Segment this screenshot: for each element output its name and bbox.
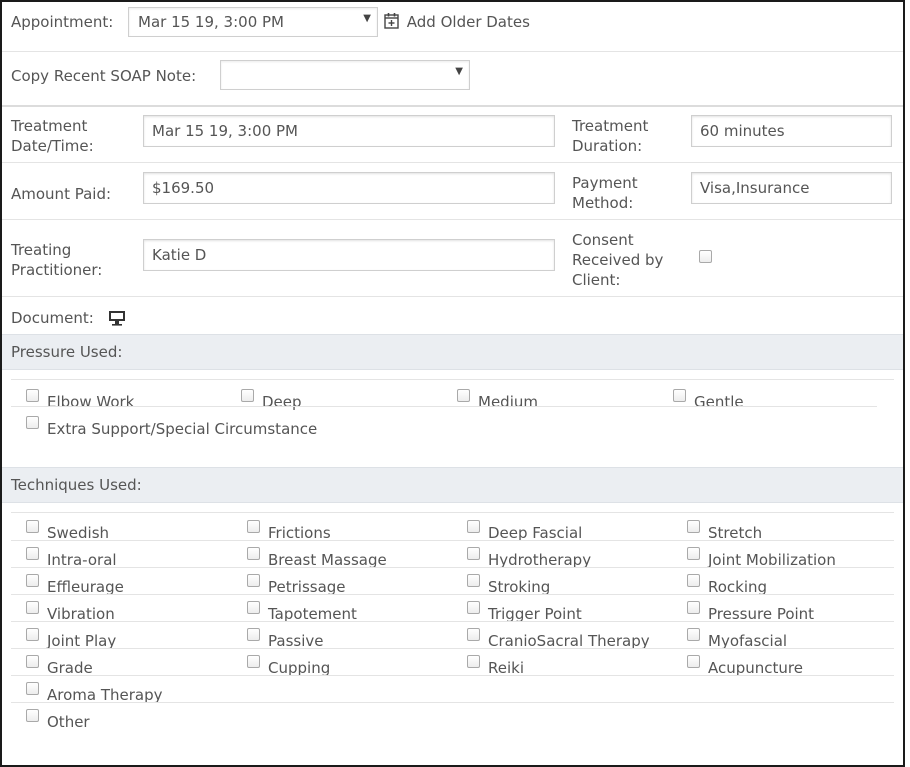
soap-note-form: Appointment: Mar 15 19, 3:00 PM ▼ Add Ol…: [0, 0, 905, 767]
row-divider: [11, 621, 894, 622]
techniques-checkbox-pressure-point[interactable]: [687, 601, 700, 614]
techniques-checkbox-tapotement[interactable]: [247, 601, 260, 614]
divider: [2, 162, 903, 163]
divider: [2, 51, 903, 52]
divider: [2, 219, 903, 220]
treatment-datetime-label: Treatment Date/Time:: [11, 117, 94, 155]
pressure-option-label[interactable]: Elbow Work: [47, 393, 134, 411]
techniques-checkbox-hydrotherapy[interactable]: [467, 547, 480, 560]
divider: [2, 105, 903, 107]
row-divider: [11, 702, 894, 703]
techniques-checkbox-reiki[interactable]: [467, 655, 480, 668]
techniques-checkbox-vibration[interactable]: [26, 601, 39, 614]
pressure-option-label[interactable]: Medium: [478, 393, 538, 411]
row-divider: [11, 379, 894, 380]
pressure-checkbox-extra-support-special-circumstance[interactable]: [26, 416, 39, 429]
chevron-down-icon: ▼: [455, 66, 463, 77]
techniques-option-label[interactable]: Other: [47, 713, 90, 731]
appointment-label: Appointment:: [11, 13, 114, 31]
treatment-duration-input[interactable]: 60 minutes: [691, 115, 892, 147]
amount-paid-input[interactable]: $169.50: [143, 172, 555, 204]
techniques-checkbox-effleurage[interactable]: [26, 574, 39, 587]
techniques-checkbox-stroking[interactable]: [467, 574, 480, 587]
pressure-checkbox-elbow-work[interactable]: [26, 389, 39, 402]
treatment-datetime-input[interactable]: Mar 15 19, 3:00 PM: [143, 115, 555, 147]
techniques-checkbox-craniosacral-therapy[interactable]: [467, 628, 480, 641]
pressure-checkbox-gentle[interactable]: [673, 389, 686, 402]
payment-method-input[interactable]: Visa,Insurance: [691, 172, 892, 204]
techniques-checkbox-other[interactable]: [26, 709, 39, 722]
consent-label: Consent Received by Client:: [572, 231, 664, 289]
techniques-checkbox-petrissage[interactable]: [247, 574, 260, 587]
techniques-title: Techniques Used:: [11, 476, 142, 494]
row-divider: [11, 512, 894, 513]
techniques-checkbox-aroma-therapy[interactable]: [26, 682, 39, 695]
appointment-selected-value: Mar 15 19, 3:00 PM: [138, 13, 284, 31]
practitioner-input[interactable]: Katie D: [143, 239, 555, 271]
practitioner-label: Treating Practitioner:: [11, 241, 103, 279]
techniques-checkbox-breast-massage[interactable]: [247, 547, 260, 560]
row-divider: [11, 648, 894, 649]
calendar-add-icon: [384, 13, 399, 29]
techniques-checkbox-joint-play[interactable]: [26, 628, 39, 641]
add-older-dates-link[interactable]: Add Older Dates: [384, 12, 530, 32]
appointment-select[interactable]: Mar 15 19, 3:00 PM ▼: [128, 7, 378, 37]
techniques-section-header: Techniques Used:: [2, 467, 903, 503]
pressure-option-label[interactable]: Deep: [262, 393, 302, 411]
techniques-checkbox-myofascial[interactable]: [687, 628, 700, 641]
techniques-checkbox-cupping[interactable]: [247, 655, 260, 668]
techniques-checkbox-stretch[interactable]: [687, 520, 700, 533]
techniques-checkbox-swedish[interactable]: [26, 520, 39, 533]
row-divider: [11, 675, 894, 676]
copy-soap-select[interactable]: ▼: [220, 60, 470, 90]
pressure-checkbox-deep[interactable]: [241, 389, 254, 402]
pressure-option-label[interactable]: Gentle: [694, 393, 744, 411]
techniques-checkbox-trigger-point[interactable]: [467, 601, 480, 614]
divider: [2, 296, 903, 297]
pressure-option-label[interactable]: Extra Support/Special Circumstance: [47, 420, 317, 438]
techniques-checkbox-joint-mobilization[interactable]: [687, 547, 700, 560]
copy-soap-label: Copy Recent SOAP Note:: [11, 67, 197, 85]
treatment-duration-label: Treatment Duration:: [572, 117, 649, 155]
techniques-checkbox-acupuncture[interactable]: [687, 655, 700, 668]
pressure-section-header: Pressure Used:: [2, 334, 903, 370]
consent-checkbox[interactable]: [699, 250, 712, 263]
row-divider: [11, 567, 894, 568]
add-older-dates-label: Add Older Dates: [406, 13, 530, 31]
chevron-down-icon: ▼: [363, 13, 371, 24]
techniques-checkbox-grade[interactable]: [26, 655, 39, 668]
pressure-title: Pressure Used:: [11, 343, 123, 361]
techniques-checkbox-rocking[interactable]: [687, 574, 700, 587]
payment-method-label: Payment Method:: [572, 174, 638, 212]
monitor-icon[interactable]: [108, 310, 126, 326]
techniques-checkbox-intra-oral[interactable]: [26, 547, 39, 560]
row-divider: [11, 406, 877, 407]
techniques-checkbox-deep-fascial[interactable]: [467, 520, 480, 533]
pressure-checkbox-medium[interactable]: [457, 389, 470, 402]
row-divider: [11, 540, 894, 541]
row-divider: [11, 594, 894, 595]
techniques-checkbox-frictions[interactable]: [247, 520, 260, 533]
document-label: Document:: [11, 309, 94, 327]
techniques-checkbox-passive[interactable]: [247, 628, 260, 641]
amount-paid-label: Amount Paid:: [11, 185, 112, 203]
